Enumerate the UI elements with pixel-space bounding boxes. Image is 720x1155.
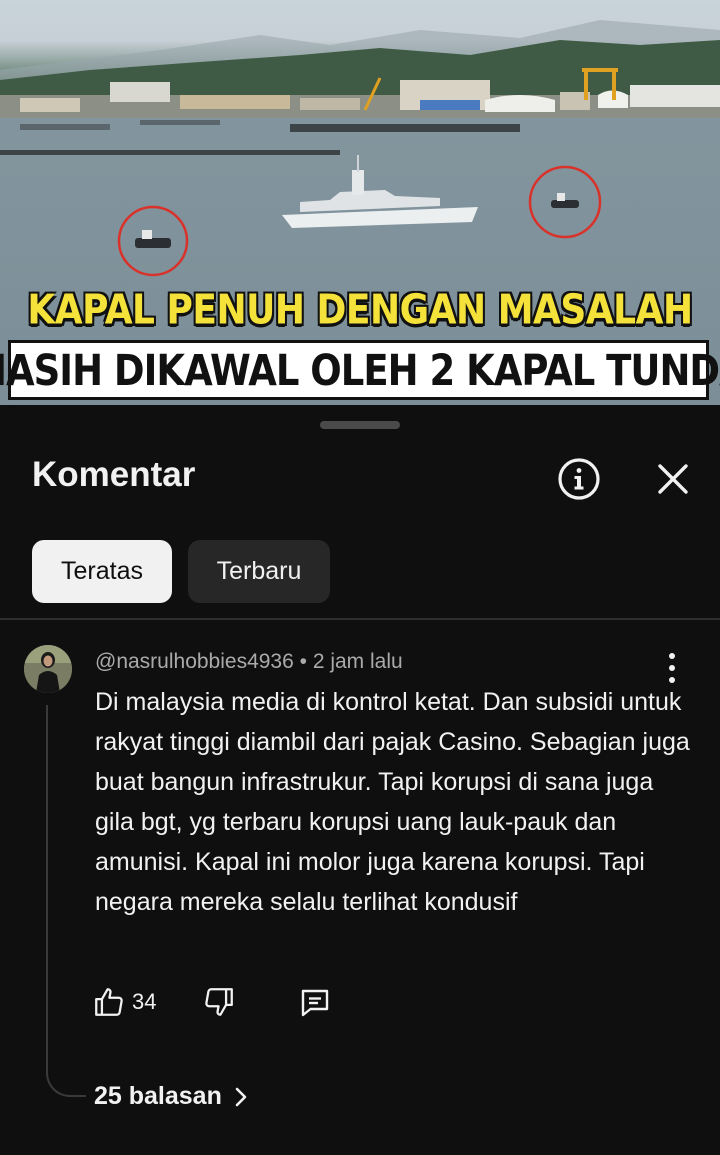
comment-text: Di malaysia media di kontrol ketat. Dan … xyxy=(95,688,690,916)
video-headline-bottom-box: MASIH DIKAWAL OLEH 2 KAPAL TUNDA xyxy=(0,340,720,400)
info-button[interactable] xyxy=(552,452,606,506)
like-button[interactable]: 34 xyxy=(92,985,156,1019)
avatar[interactable] xyxy=(24,645,72,693)
comment-more-button[interactable] xyxy=(658,651,686,685)
reply-button[interactable] xyxy=(297,985,333,1026)
more-vert-icon xyxy=(669,653,675,659)
comments-panel: Komentar Teratas Terbaru @nasrulhobbies4… xyxy=(0,405,720,1155)
dislike-button[interactable] xyxy=(202,985,236,1024)
reply-thread-line xyxy=(46,705,86,1097)
info-circle-icon xyxy=(558,458,600,500)
view-replies-button[interactable]: 25 balasan xyxy=(94,1082,250,1111)
video-player[interactable]: KAPAL PENUH DENGAN MASALAH MASIH DIKAWAL… xyxy=(0,0,720,405)
video-headline-top: KAPAL PENUH DENGAN MASALAH xyxy=(27,286,693,335)
comment-author[interactable]: @nasrulhobbies4936 xyxy=(95,650,294,673)
comment-meta: @nasrulhobbies4936 • 2 jam lalu xyxy=(95,650,403,674)
divider xyxy=(0,618,720,620)
close-button[interactable] xyxy=(646,452,700,506)
chevron-right-icon xyxy=(235,1087,247,1106)
user-avatar-image xyxy=(24,645,72,693)
sort-chip-top[interactable]: Teratas xyxy=(32,540,172,603)
replies-count-label: 25 balasan xyxy=(94,1082,222,1110)
like-count: 34 xyxy=(132,989,157,1014)
sort-chip-newest[interactable]: Terbaru xyxy=(188,540,330,603)
comment-time: 2 jam lalu xyxy=(312,650,403,673)
drag-handle[interactable] xyxy=(320,421,400,429)
meta-separator: • xyxy=(299,650,313,673)
comment-reply-icon xyxy=(301,989,329,1017)
video-headline-bottom: MASIH DIKAWAL OLEH 2 KAPAL TUNDA xyxy=(0,345,720,395)
thumbs-down-icon xyxy=(205,988,233,1016)
thumbs-up-icon xyxy=(95,988,123,1016)
close-icon xyxy=(658,464,688,494)
comment-actions: 34 xyxy=(92,985,352,1025)
panel-title: Komentar xyxy=(32,455,196,494)
